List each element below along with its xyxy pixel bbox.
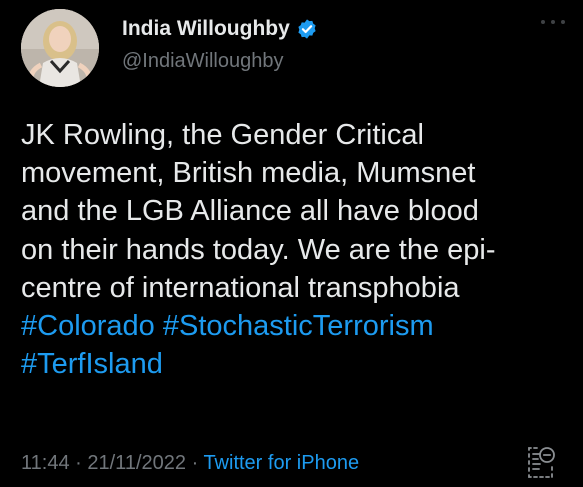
tweet-line: JK Rowling, the Gender Critical [21,119,424,151]
document-scan-icon[interactable] [526,446,556,480]
tweet-meta: 11:44 · 21/11/2022 · Twitter for iPhone [21,452,359,475]
author-name-row[interactable]: India Willoughby [122,17,318,41]
tweet-line: movement, British media, Mumsnet [21,157,476,190]
display-name[interactable]: India Willoughby [122,17,290,41]
author-handle[interactable]: @IndiaWilloughby [122,50,284,73]
tweet-card[interactable]: India Willoughby @IndiaWilloughby JK Row… [0,0,583,487]
meta-separator: · [191,452,199,474]
dot [561,20,565,24]
verified-badge-icon [298,19,316,39]
hashtag-link[interactable]: #Colorado [21,310,155,342]
tweet-text: JK Rowling, the Gender Critical movement… [21,116,566,383]
more-options-icon[interactable] [541,14,565,30]
dot [541,20,545,24]
tweet-time[interactable]: 11:44 [21,452,70,474]
tweet-line: on their hands today. We are the epi- [21,233,496,266]
meta-separator: · [75,452,82,474]
hashtag-link[interactable]: #TerfIsland [21,348,163,380]
tweet-line: and the LGB Alliance all have blood [21,195,479,228]
avatar-image [21,9,99,87]
tweet-line: centre of international transphobia [21,271,460,304]
avatar[interactable] [21,9,99,87]
dot [551,20,555,24]
hashtag-link[interactable]: #StochasticTerrorism [163,310,434,342]
hashtag-line: #Colorado #StochasticTerrorism [21,307,566,345]
tweet-source-link[interactable]: Twitter for iPhone [203,452,359,474]
tweet-date[interactable]: 21/11/2022 [87,452,186,474]
hashtag-line: #TerfIsland [21,345,566,383]
